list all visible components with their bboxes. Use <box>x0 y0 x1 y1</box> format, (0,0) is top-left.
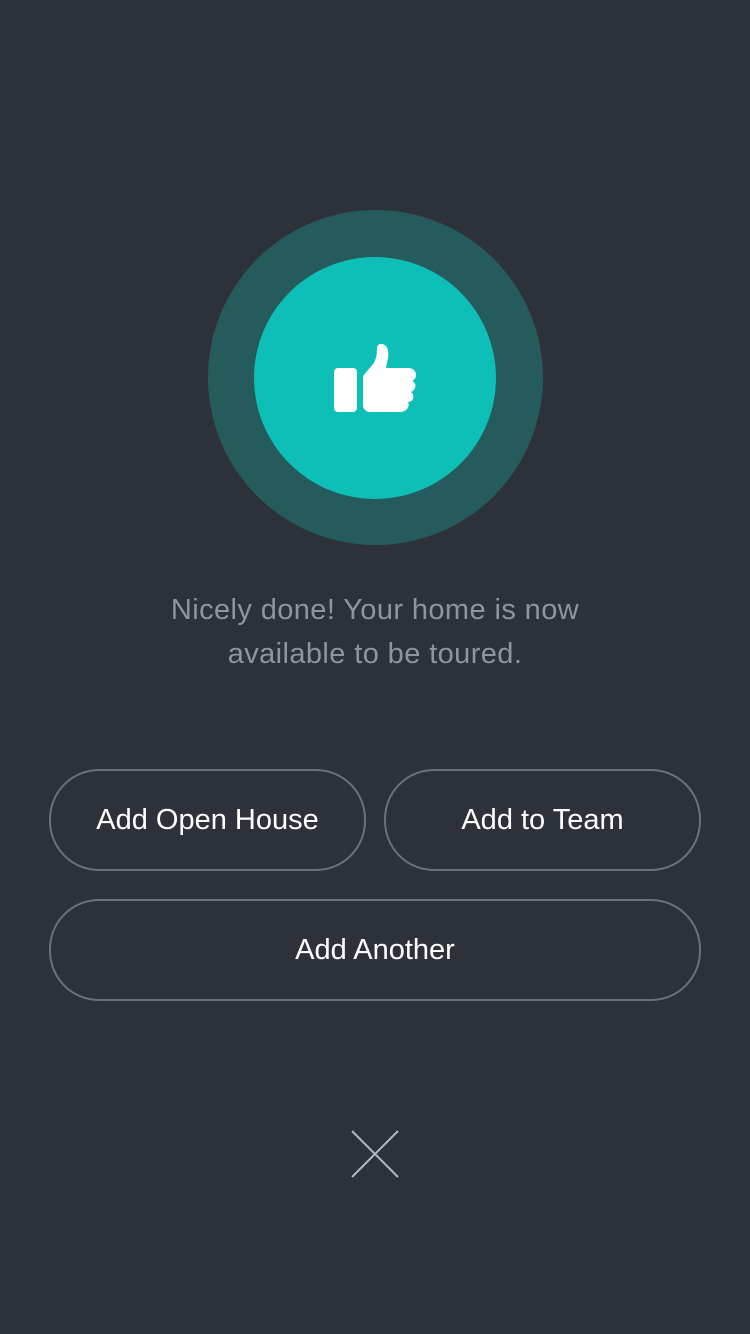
success-message-line-1: Nicely done! Your home is now <box>170 594 580 626</box>
add-to-team-button[interactable]: Add to Team <box>384 769 701 871</box>
success-message: Nicely done! Your home is now available … <box>100 588 650 676</box>
close-button[interactable] <box>345 1124 405 1184</box>
add-open-house-button[interactable]: Add Open House <box>49 769 366 871</box>
success-message-line-2: available to be toured. <box>227 638 523 670</box>
success-badge <box>254 257 496 499</box>
add-another-button[interactable]: Add Another <box>49 899 701 1001</box>
thumbs-up-icon <box>334 344 416 412</box>
close-icon <box>351 1130 399 1178</box>
